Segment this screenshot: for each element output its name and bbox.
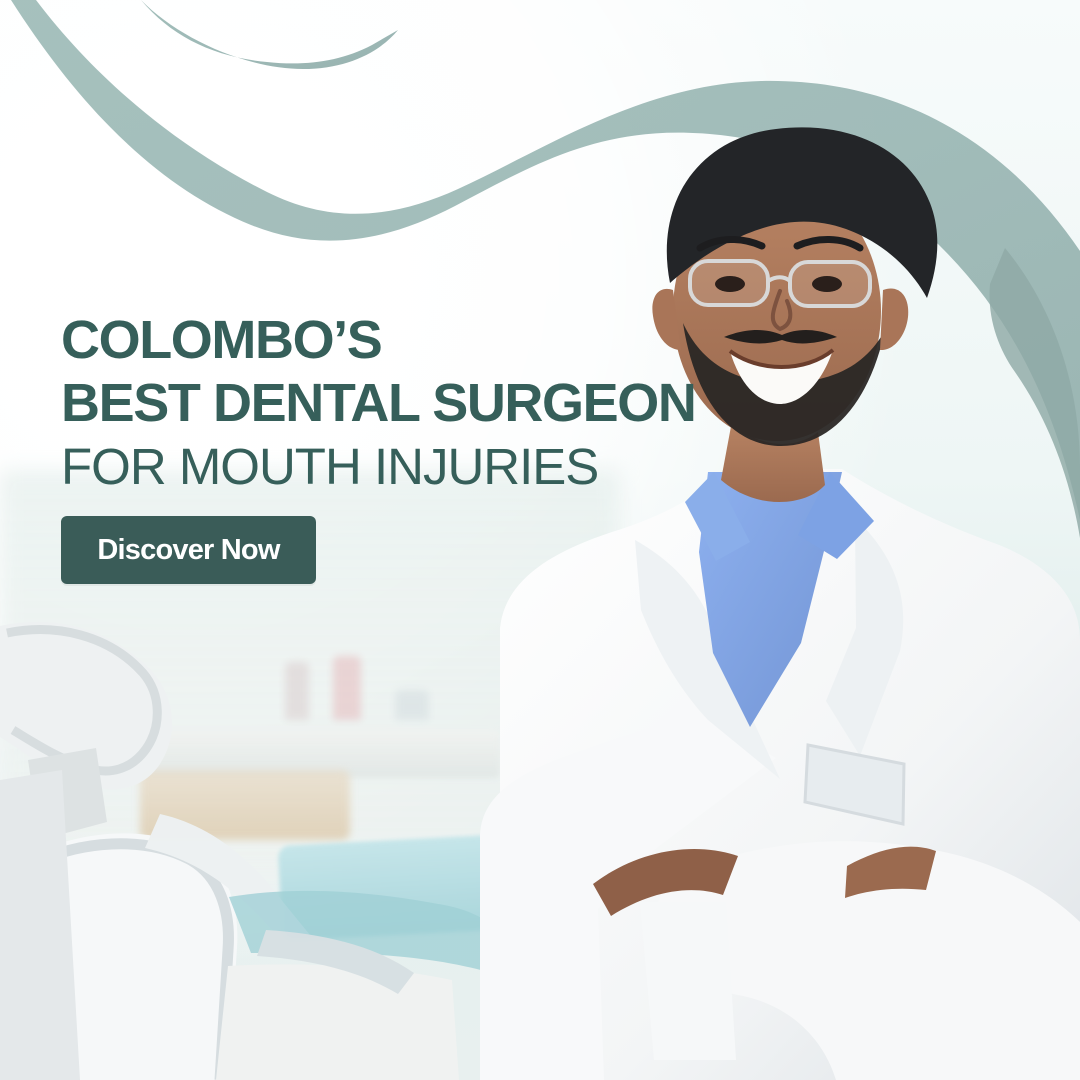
ad-poster: COLOMBO’S BEST DENTAL SURGEON FOR MOUTH … xyxy=(0,0,1080,1080)
right-cuff xyxy=(640,902,736,1060)
headline-line-3: FOR MOUTH INJURIES xyxy=(61,438,599,495)
headline-block: COLOMBO’S BEST DENTAL SURGEON FOR MOUTH … xyxy=(61,313,721,584)
discover-now-button[interactable]: Discover Now xyxy=(61,516,316,584)
left-eye xyxy=(715,276,745,292)
dental-chair-illustration xyxy=(0,621,510,1080)
headline-line-1: COLOMBO’S xyxy=(61,310,383,370)
right-ear xyxy=(880,288,909,351)
headline-line-2: BEST DENTAL SURGEON xyxy=(61,373,697,433)
right-eye xyxy=(812,276,842,292)
chair-base xyxy=(216,964,459,1080)
surgeon-figure xyxy=(480,127,1080,1080)
